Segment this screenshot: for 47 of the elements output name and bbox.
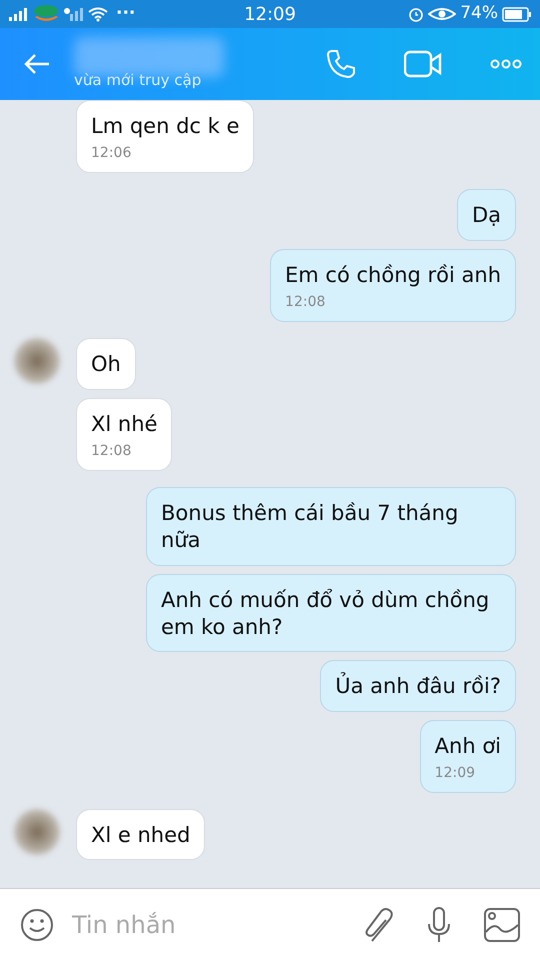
received-message-bubble[interactable]: Xl e nhed [76,809,206,860]
message-text: Oh [91,351,121,378]
message-text: Xl nhé [91,410,158,438]
message-text: Bonus thêm cái bầu 7 tháng nữa [161,500,460,554]
microphone-icon[interactable] [426,906,452,944]
phone-icon[interactable] [326,49,356,79]
avatar[interactable] [14,809,60,856]
sent-message-bubble[interactable]: Ủa anh đâu rồi? [320,660,516,712]
received-message-bubble[interactable]: Lm qen dc k e 12:06 [76,100,254,174]
message-text: Ủa anh đâu rồi? [335,673,501,700]
more-notifications-text: ··· [116,2,136,26]
battery-icon [502,6,532,22]
message-time: 12:08 [91,442,132,460]
paperclip-icon[interactable] [364,906,394,942]
signal-icon [8,7,28,21]
message-text: Anh ơi [434,732,501,760]
signal-icon [64,7,84,21]
message-time: 12:09 [434,764,476,782]
message-composer[interactable]: Tin nhắn [0,888,540,960]
emoji-icon[interactable] [20,908,54,942]
avatar[interactable] [14,338,60,384]
video-camera-icon[interactable] [404,50,442,78]
sent-message-bubble[interactable]: Anh ơi 12:09 [420,720,516,794]
message-text: Anh có muốn đổ vỏ dùm chồng em ko anh? [161,586,490,641]
clock-time: 12:09 [244,2,296,26]
back-arrow-icon[interactable] [24,53,50,75]
sent-message-bubble[interactable]: Dạ [456,189,516,241]
received-message-bubble[interactable]: Oh [76,338,136,390]
message-time: 12:06 [91,144,132,162]
message-text: Em có chồng rồi anh [285,262,501,289]
received-message-bubble[interactable]: Xl nhé 12:08 [76,398,172,472]
sent-message-bubble[interactable]: Bonus thêm cái bầu 7 tháng nữa [146,487,516,566]
carrier-logo-icon [32,4,60,24]
message-text: Lm qen dc k e [91,113,240,140]
more-options-icon[interactable] [490,59,522,69]
alarm-icon [408,6,424,22]
message-input[interactable]: Tin nhắn [70,906,348,944]
eye-icon [428,7,456,21]
sent-message-bubble[interactable]: Anh có muốn đổ vỏ dùm chồng em ko anh? [146,574,516,652]
message-text: Dạ [472,202,501,230]
battery-percent: 74% [460,2,498,26]
sent-message-bubble[interactable]: Em có chồng rồi anh 12:08 [270,248,516,322]
image-icon[interactable] [484,908,520,942]
message-text: Xl e nhed [91,822,190,850]
last-seen-status: vừa mới truy cập [74,70,202,91]
wifi-icon [88,6,108,22]
message-time: 12:08 [285,293,326,312]
